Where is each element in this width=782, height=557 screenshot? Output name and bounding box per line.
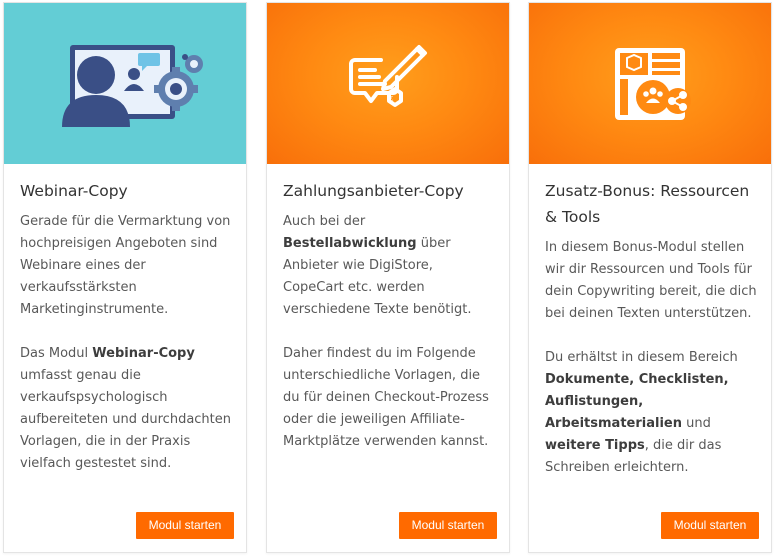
start-module-button[interactable]: Modul starten — [399, 512, 497, 539]
start-module-button[interactable]: Modul starten — [136, 512, 234, 539]
module-card-zahlungsanbieter-copy: € Zahlungsanbieter-Copy Auch bei der Bes… — [266, 2, 510, 553]
card-hero-image — [4, 3, 246, 164]
svg-text:€: € — [389, 96, 393, 103]
card-paragraph: Das Modul Webinar-Copy umfasst genau die… — [20, 346, 232, 471]
card-description: In diesem Bonus-Modul stellen wir dir Re… — [545, 237, 759, 479]
card-paragraph: Daher findest du im Folgende unterschied… — [283, 346, 489, 449]
module-grid: Webinar-Copy Gerade für die Vermarktung … — [0, 0, 782, 557]
card-paragraph: In diesem Bonus-Modul stellen wir dir Re… — [545, 240, 757, 321]
card-hero-image: € — [267, 3, 509, 164]
card-body: Zahlungsanbieter-Copy Auch bei der Beste… — [283, 178, 497, 453]
card-title: Webinar-Copy — [20, 182, 128, 200]
module-card-webinar-copy: Webinar-Copy Gerade für die Vermarktung … — [3, 2, 247, 553]
card-paragraph: Gerade für die Vermarktung von hochpreis… — [20, 214, 231, 317]
start-module-button[interactable]: Modul starten — [661, 512, 759, 539]
card-paragraph: Du erhältst in diesem Bereich Dokumente,… — [545, 350, 738, 475]
card-title: Zahlungsanbieter-Copy — [283, 182, 464, 200]
card-paragraph: Auch bei der Bestellabwicklung über Anbi… — [283, 214, 472, 317]
invoice-pen-icon: € — [349, 45, 427, 107]
card-description: Auch bei der Bestellabwicklung über Anbi… — [283, 211, 497, 453]
card-body: Zusatz-Bonus: Ressourcen & Tools In dies… — [545, 178, 759, 479]
module-card-zusatz-bonus: Zusatz-Bonus: Ressourcen & Tools In dies… — [528, 2, 772, 553]
card-title: Zusatz-Bonus: Ressourcen & Tools — [545, 182, 750, 226]
card-hero-image — [529, 3, 771, 164]
card-description: Gerade für die Vermarktung von hochpreis… — [20, 211, 234, 475]
resources-share-icon — [615, 48, 691, 120]
card-body: Webinar-Copy Gerade für die Vermarktung … — [20, 178, 234, 475]
webinar-presenter-icon — [62, 45, 203, 127]
